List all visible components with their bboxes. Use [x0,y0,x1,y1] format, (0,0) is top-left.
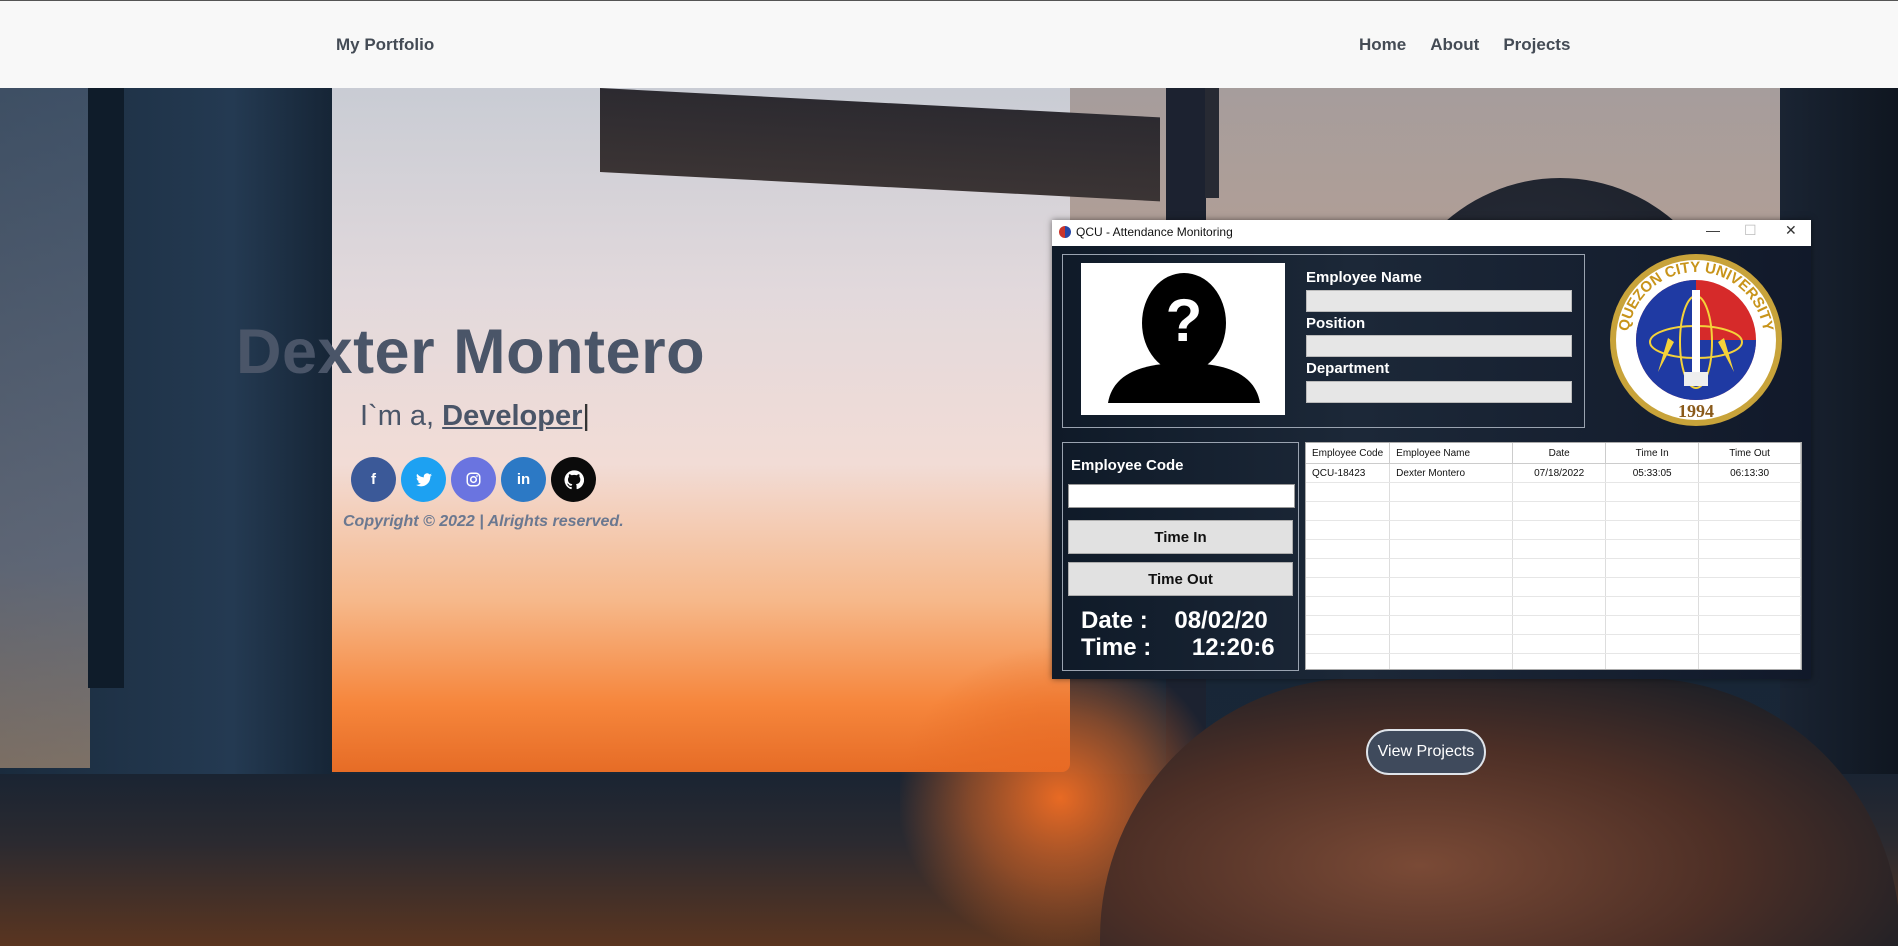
cell-time-in: 05:33:05 [1605,463,1700,483]
employee-code-label: Employee Code [1071,457,1184,474]
col-employee-code[interactable]: Employee Code [1306,443,1391,464]
empty-row [1306,596,1801,616]
github-icon[interactable] [551,457,596,502]
nav-home[interactable]: Home [1359,35,1406,55]
svg-text:?: ? [1166,287,1203,354]
time-in-button[interactable]: Time In [1068,520,1293,554]
cell-employee-code: QCU-18423 [1306,463,1391,483]
app-client-area: ? Employee Name Position Department 1994… [1052,246,1811,679]
employee-photo: ? [1081,263,1285,415]
app-titlebar: QCU - Attendance Monitoring — ☐ ✕ [1052,220,1811,246]
employee-code-input[interactable] [1068,484,1295,508]
attendance-grid[interactable]: Employee Code Employee Name Date Time In… [1305,442,1802,670]
hero-name: Dexter Montero [236,317,706,387]
facebook-icon[interactable]: f [351,457,396,502]
empty-row [1306,558,1801,578]
cell-date: 07/18/2022 [1512,463,1607,483]
person-shoulder [1100,678,1898,946]
time-value: 12:20:6 [1191,634,1275,661]
close-icon[interactable]: ✕ [1785,222,1797,239]
view-projects-button[interactable]: View Projects [1366,729,1486,775]
empty-row [1306,653,1801,669]
col-employee-name[interactable]: Employee Name [1389,443,1514,464]
seal-year: 1994 [1678,401,1714,421]
time-display: Time : 12:20:6 [1081,634,1275,662]
hero-tagline: I`m a, Developer| [360,400,590,433]
window-glass-left [0,88,90,768]
position-label: Position [1306,315,1366,332]
nav-about[interactable]: About [1430,35,1479,55]
empty-row [1306,634,1801,654]
app-title: QCU - Attendance Monitoring [1076,225,1233,239]
unknown-person-icon: ? [1108,273,1260,403]
time-label: Time : [1081,634,1152,661]
empty-row [1306,615,1801,635]
date-value: 08/02/20 [1174,607,1268,634]
tagline-role: Developer [442,400,583,432]
minimize-icon[interactable]: — [1706,222,1720,238]
empty-row [1306,520,1801,540]
window-mullion-top [1205,88,1219,198]
cell-time-out: 06:13:30 [1698,463,1801,483]
department-field[interactable] [1306,381,1572,403]
employee-name-label: Employee Name [1306,269,1422,286]
social-links: f in [351,457,596,502]
tagline-prefix: I`m a, [360,400,443,432]
employee-code-panel: Employee Code Time In Time Out Date : 08… [1062,442,1299,671]
nav-links: Home About Projects [1359,35,1570,55]
instagram-icon[interactable] [451,457,496,502]
qcu-seal-logo: 1994 QUEZON CITY UNIVERSITY [1610,254,1782,426]
empty-row [1306,539,1801,559]
attendance-table: Employee Code Employee Name Date Time In… [1306,443,1801,669]
cell-employee-name: Dexter Montero [1389,463,1514,483]
department-label: Department [1306,360,1390,377]
empty-row [1306,501,1801,521]
col-time-in[interactable]: Time In [1605,443,1700,464]
date-display: Date : 08/02/20 [1081,607,1268,635]
copyright-text: Copyright © 2022 | Alrights reserved. [343,513,624,530]
time-out-button[interactable]: Time Out [1068,562,1293,596]
position-field[interactable] [1306,335,1572,357]
col-date[interactable]: Date [1512,443,1607,464]
attendance-app-window: QCU - Attendance Monitoring — ☐ ✕ ? Empl… [1052,220,1811,679]
table-header-row: Employee Code Employee Name Date Time In… [1306,443,1801,464]
maximize-icon[interactable]: ☐ [1744,222,1757,239]
table-row[interactable]: QCU-18423 Dexter Montero 07/18/2022 05:3… [1306,463,1801,483]
employee-name-field[interactable] [1306,290,1572,312]
brand-logo[interactable]: My Portfolio [336,35,434,55]
typing-cursor: | [582,400,590,432]
app-icon [1059,226,1071,238]
date-label: Date : [1081,607,1148,634]
employee-info-panel: ? Employee Name Position Department [1062,254,1585,428]
linkedin-icon[interactable]: in [501,457,546,502]
navbar: My Portfolio Home About Projects [0,0,1898,88]
empty-row [1306,577,1801,597]
empty-row [1306,482,1801,502]
window-post [88,88,124,688]
nav-projects[interactable]: Projects [1503,35,1570,55]
twitter-icon[interactable] [401,457,446,502]
col-time-out[interactable]: Time Out [1698,443,1801,464]
